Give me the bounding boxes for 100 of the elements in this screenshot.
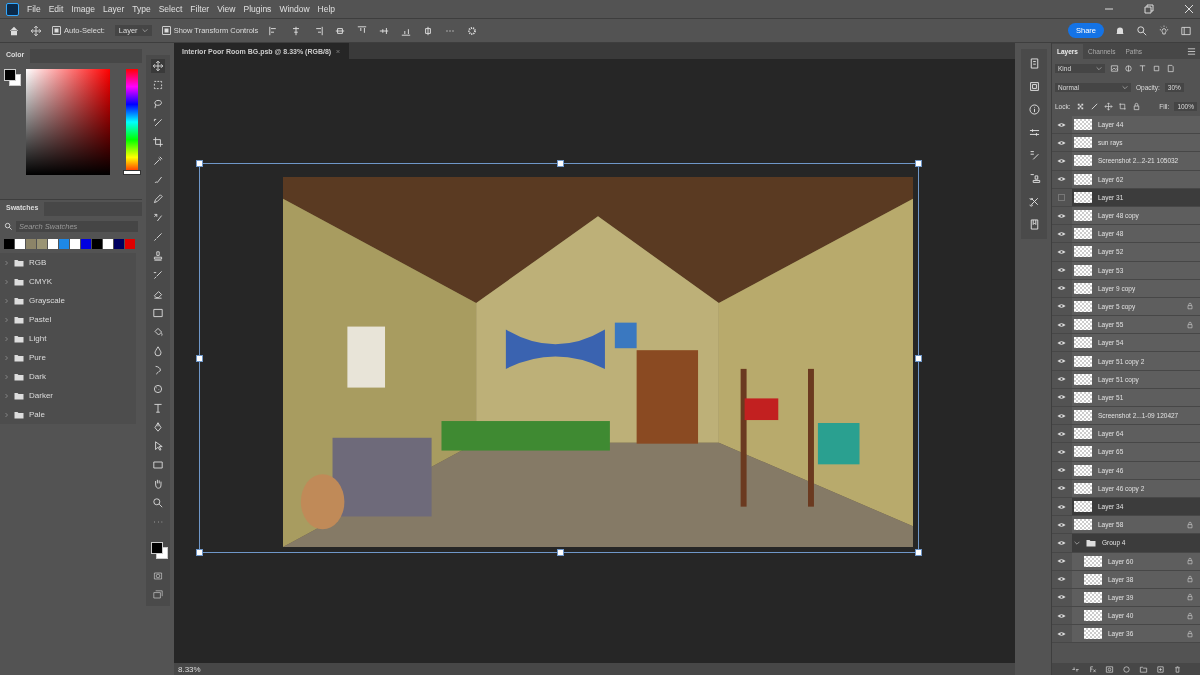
swatch-folder-label[interactable]: Pale <box>29 410 45 419</box>
move-icon[interactable] <box>1103 102 1113 111</box>
color-swatch[interactable] <box>103 239 113 249</box>
transform-handle[interactable] <box>196 160 203 167</box>
eye-icon[interactable] <box>1057 558 1066 565</box>
menu-item[interactable]: Filter <box>190 4 210 14</box>
eye-icon[interactable] <box>1057 594 1066 601</box>
eye-icon[interactable] <box>1057 176 1066 183</box>
eye-icon[interactable] <box>1057 412 1066 419</box>
eye-icon[interactable] <box>1057 267 1066 274</box>
pencil-icon[interactable] <box>151 192 165 206</box>
transform-handle[interactable] <box>915 549 922 556</box>
stamp-icon[interactable] <box>151 249 165 263</box>
eye-icon[interactable] <box>1057 358 1066 365</box>
transform-handle[interactable] <box>196 355 203 362</box>
color-swatch[interactable] <box>48 239 58 249</box>
lock-icon[interactable] <box>1131 102 1141 111</box>
sponge-icon[interactable] <box>151 382 165 396</box>
scissors-icon[interactable] <box>1027 195 1041 208</box>
chevron-icon[interactable] <box>1074 539 1080 546</box>
color-swatch[interactable] <box>37 239 47 249</box>
folder-icon[interactable] <box>1138 664 1148 674</box>
swatch-folder-label[interactable]: CMYK <box>29 277 53 286</box>
zoom-icon[interactable] <box>151 496 165 510</box>
type-tool-icon[interactable] <box>151 401 165 415</box>
panel-icon[interactable] <box>1027 80 1041 93</box>
color-picker-field[interactable] <box>26 69 110 175</box>
marquee-icon[interactable] <box>151 78 165 92</box>
eye-icon[interactable] <box>1057 539 1066 546</box>
menu-item[interactable]: Plugins <box>243 4 272 14</box>
move-icon[interactable] <box>151 59 165 73</box>
hue-slider-thumb[interactable] <box>123 170 141 175</box>
eye-icon[interactable] <box>1057 485 1066 492</box>
color-swatch[interactable] <box>70 239 80 249</box>
restore-icon[interactable] <box>1144 4 1154 14</box>
lightbulb-icon[interactable] <box>1158 24 1170 37</box>
paint-bucket-icon[interactable] <box>151 325 165 339</box>
eye-icon[interactable] <box>1057 394 1066 401</box>
artboard-icon[interactable] <box>1117 102 1127 111</box>
swatch-folder-label[interactable]: Pure <box>29 353 46 362</box>
smart-object-filter-icon[interactable] <box>1166 64 1175 73</box>
healing-brush-icon[interactable] <box>151 230 165 244</box>
menu-item[interactable]: View <box>217 4 236 14</box>
adjustment-filter-icon[interactable] <box>1124 64 1133 73</box>
home-icon[interactable] <box>8 24 20 37</box>
transform-handle[interactable] <box>915 355 922 362</box>
menu-icon[interactable] <box>1187 46 1196 56</box>
close-icon[interactable] <box>335 48 342 54</box>
new-layer-icon[interactable] <box>1155 664 1165 674</box>
fx-icon[interactable] <box>1087 664 1097 674</box>
eye-icon[interactable] <box>1057 576 1066 583</box>
eye-icon[interactable] <box>1057 503 1066 510</box>
eye-icon[interactable] <box>1057 339 1066 346</box>
transform-bounding-box[interactable] <box>199 163 919 553</box>
eye-icon[interactable] <box>1057 630 1066 637</box>
bell-icon[interactable] <box>1114 24 1126 37</box>
menu-item[interactable]: Select <box>158 4 183 14</box>
type-filter-icon[interactable] <box>1138 64 1147 73</box>
color-swatch[interactable] <box>81 239 91 249</box>
color-swatch[interactable] <box>59 239 69 249</box>
menu-item[interactable]: Help <box>317 4 336 14</box>
history-brush-icon[interactable] <box>151 268 165 282</box>
eye-icon[interactable] <box>1057 376 1066 383</box>
eyedropper-icon[interactable] <box>151 154 165 168</box>
app-logo-icon[interactable] <box>6 2 19 16</box>
swatch-folder-label[interactable]: Light <box>29 334 47 343</box>
foreground-background-icon[interactable] <box>151 542 165 556</box>
eye-icon[interactable] <box>1057 139 1066 146</box>
show-transform-checkbox[interactable] <box>161 26 171 35</box>
close-icon[interactable] <box>1184 4 1194 14</box>
eye-icon[interactable] <box>1057 430 1066 437</box>
menu-item[interactable]: Layer <box>103 4 125 14</box>
mask-icon[interactable] <box>1104 664 1114 674</box>
search-icon[interactable] <box>1136 24 1148 37</box>
menu-item[interactable]: Edit <box>48 4 64 14</box>
auto-select-checkbox[interactable] <box>52 26 61 35</box>
shape-filter-icon[interactable] <box>1152 64 1161 73</box>
color-swatch[interactable] <box>15 239 25 249</box>
sliders-icon[interactable] <box>1027 126 1041 139</box>
settings-icon[interactable] <box>466 24 479 37</box>
crop-icon[interactable] <box>151 135 165 149</box>
transform-handle[interactable] <box>915 160 922 167</box>
transform-handle[interactable] <box>196 549 203 556</box>
visibility-toggle[interactable] <box>1058 193 1065 201</box>
foreground-background-icon[interactable] <box>4 69 20 85</box>
transform-handle[interactable] <box>557 160 564 167</box>
eye-icon[interactable] <box>1057 448 1066 455</box>
menu-item[interactable]: Type <box>132 4 151 14</box>
color-swatch[interactable] <box>92 239 102 249</box>
menu-item[interactable]: File <box>27 4 41 14</box>
eye-icon[interactable] <box>1057 612 1066 619</box>
info-icon[interactable] <box>1027 103 1041 116</box>
eye-icon[interactable] <box>1057 285 1066 292</box>
color-swatch[interactable] <box>125 239 135 249</box>
swatch-folder-label[interactable]: RGB <box>29 258 47 267</box>
eye-icon[interactable] <box>1057 467 1066 474</box>
color-swatch[interactable] <box>114 239 124 249</box>
color-swatch[interactable] <box>26 239 36 249</box>
trash-icon[interactable] <box>1172 664 1182 674</box>
workspace-icon[interactable] <box>1180 24 1192 37</box>
